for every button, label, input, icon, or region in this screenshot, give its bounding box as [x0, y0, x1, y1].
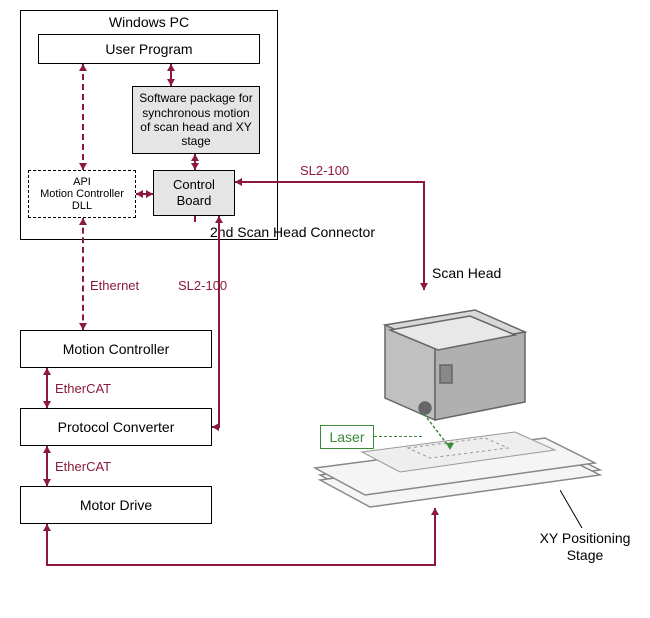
control-board-label: Control Board [158, 177, 230, 208]
arrow-icon [79, 64, 87, 71]
connector-line [82, 218, 84, 330]
arrow-icon [212, 423, 219, 431]
arrow-icon [167, 79, 175, 86]
motion-controller-box: Motion Controller [20, 330, 212, 368]
sl2-label-1: SL2-100 [300, 163, 349, 178]
motion-controller-dll-label: Motion Controller [31, 188, 133, 200]
scan-head-connector-label: 2nd Scan Head Connector [210, 224, 375, 240]
dll-label: DLL [31, 200, 133, 212]
connector-line [235, 181, 425, 183]
connector-line [194, 216, 196, 222]
arrow-icon [79, 163, 87, 170]
laser-box: Laser [320, 425, 374, 449]
arrow-icon [43, 368, 51, 375]
connector-line [434, 508, 436, 566]
sl2-label-2: SL2-100 [178, 278, 227, 293]
motor-drive-label: Motor Drive [80, 497, 152, 513]
connector-line [82, 64, 84, 170]
ethernet-label: Ethernet [90, 278, 139, 293]
api-dll-box: API Motion Controller DLL [28, 170, 136, 218]
arrow-icon [79, 323, 87, 330]
user-program-box: User Program [38, 34, 260, 64]
motion-controller-label: Motion Controller [63, 341, 170, 357]
arrow-icon [191, 163, 199, 170]
api-label: API [31, 176, 133, 188]
laser-arrow-icon [446, 443, 454, 450]
arrow-icon [191, 154, 199, 161]
leader-line [560, 490, 590, 530]
arrow-icon [215, 216, 223, 223]
protocol-converter-box: Protocol Converter [20, 408, 212, 446]
laser-line [374, 436, 422, 437]
control-board-box: Control Board [153, 170, 235, 216]
arrow-icon [43, 524, 51, 531]
software-package-box: Software package for synchronous motion … [132, 86, 260, 154]
arrow-icon [235, 178, 242, 186]
arrow-icon [167, 64, 175, 71]
arrow-icon [43, 401, 51, 408]
xy-stage-label: XY Positioning Stage [530, 530, 640, 564]
arrow-icon [146, 190, 153, 198]
windows-pc-title: Windows PC [21, 11, 277, 33]
software-package-label: Software package for synchronous motion … [137, 91, 255, 149]
scan-head-label: Scan Head [432, 265, 501, 281]
scan-head-illustration [290, 280, 620, 510]
arrow-icon [43, 446, 51, 453]
arrow-icon [136, 190, 143, 198]
arrow-icon [43, 479, 51, 486]
ethercat-label-1: EtherCAT [55, 381, 111, 396]
connector-line [218, 216, 220, 428]
connector-line [46, 564, 436, 566]
connector-line [423, 181, 425, 290]
arrow-icon [79, 218, 87, 225]
laser-label: Laser [329, 429, 364, 445]
motor-drive-box: Motor Drive [20, 486, 212, 524]
user-program-label: User Program [105, 41, 192, 57]
protocol-converter-label: Protocol Converter [58, 419, 175, 435]
ethercat-label-2: EtherCAT [55, 459, 111, 474]
